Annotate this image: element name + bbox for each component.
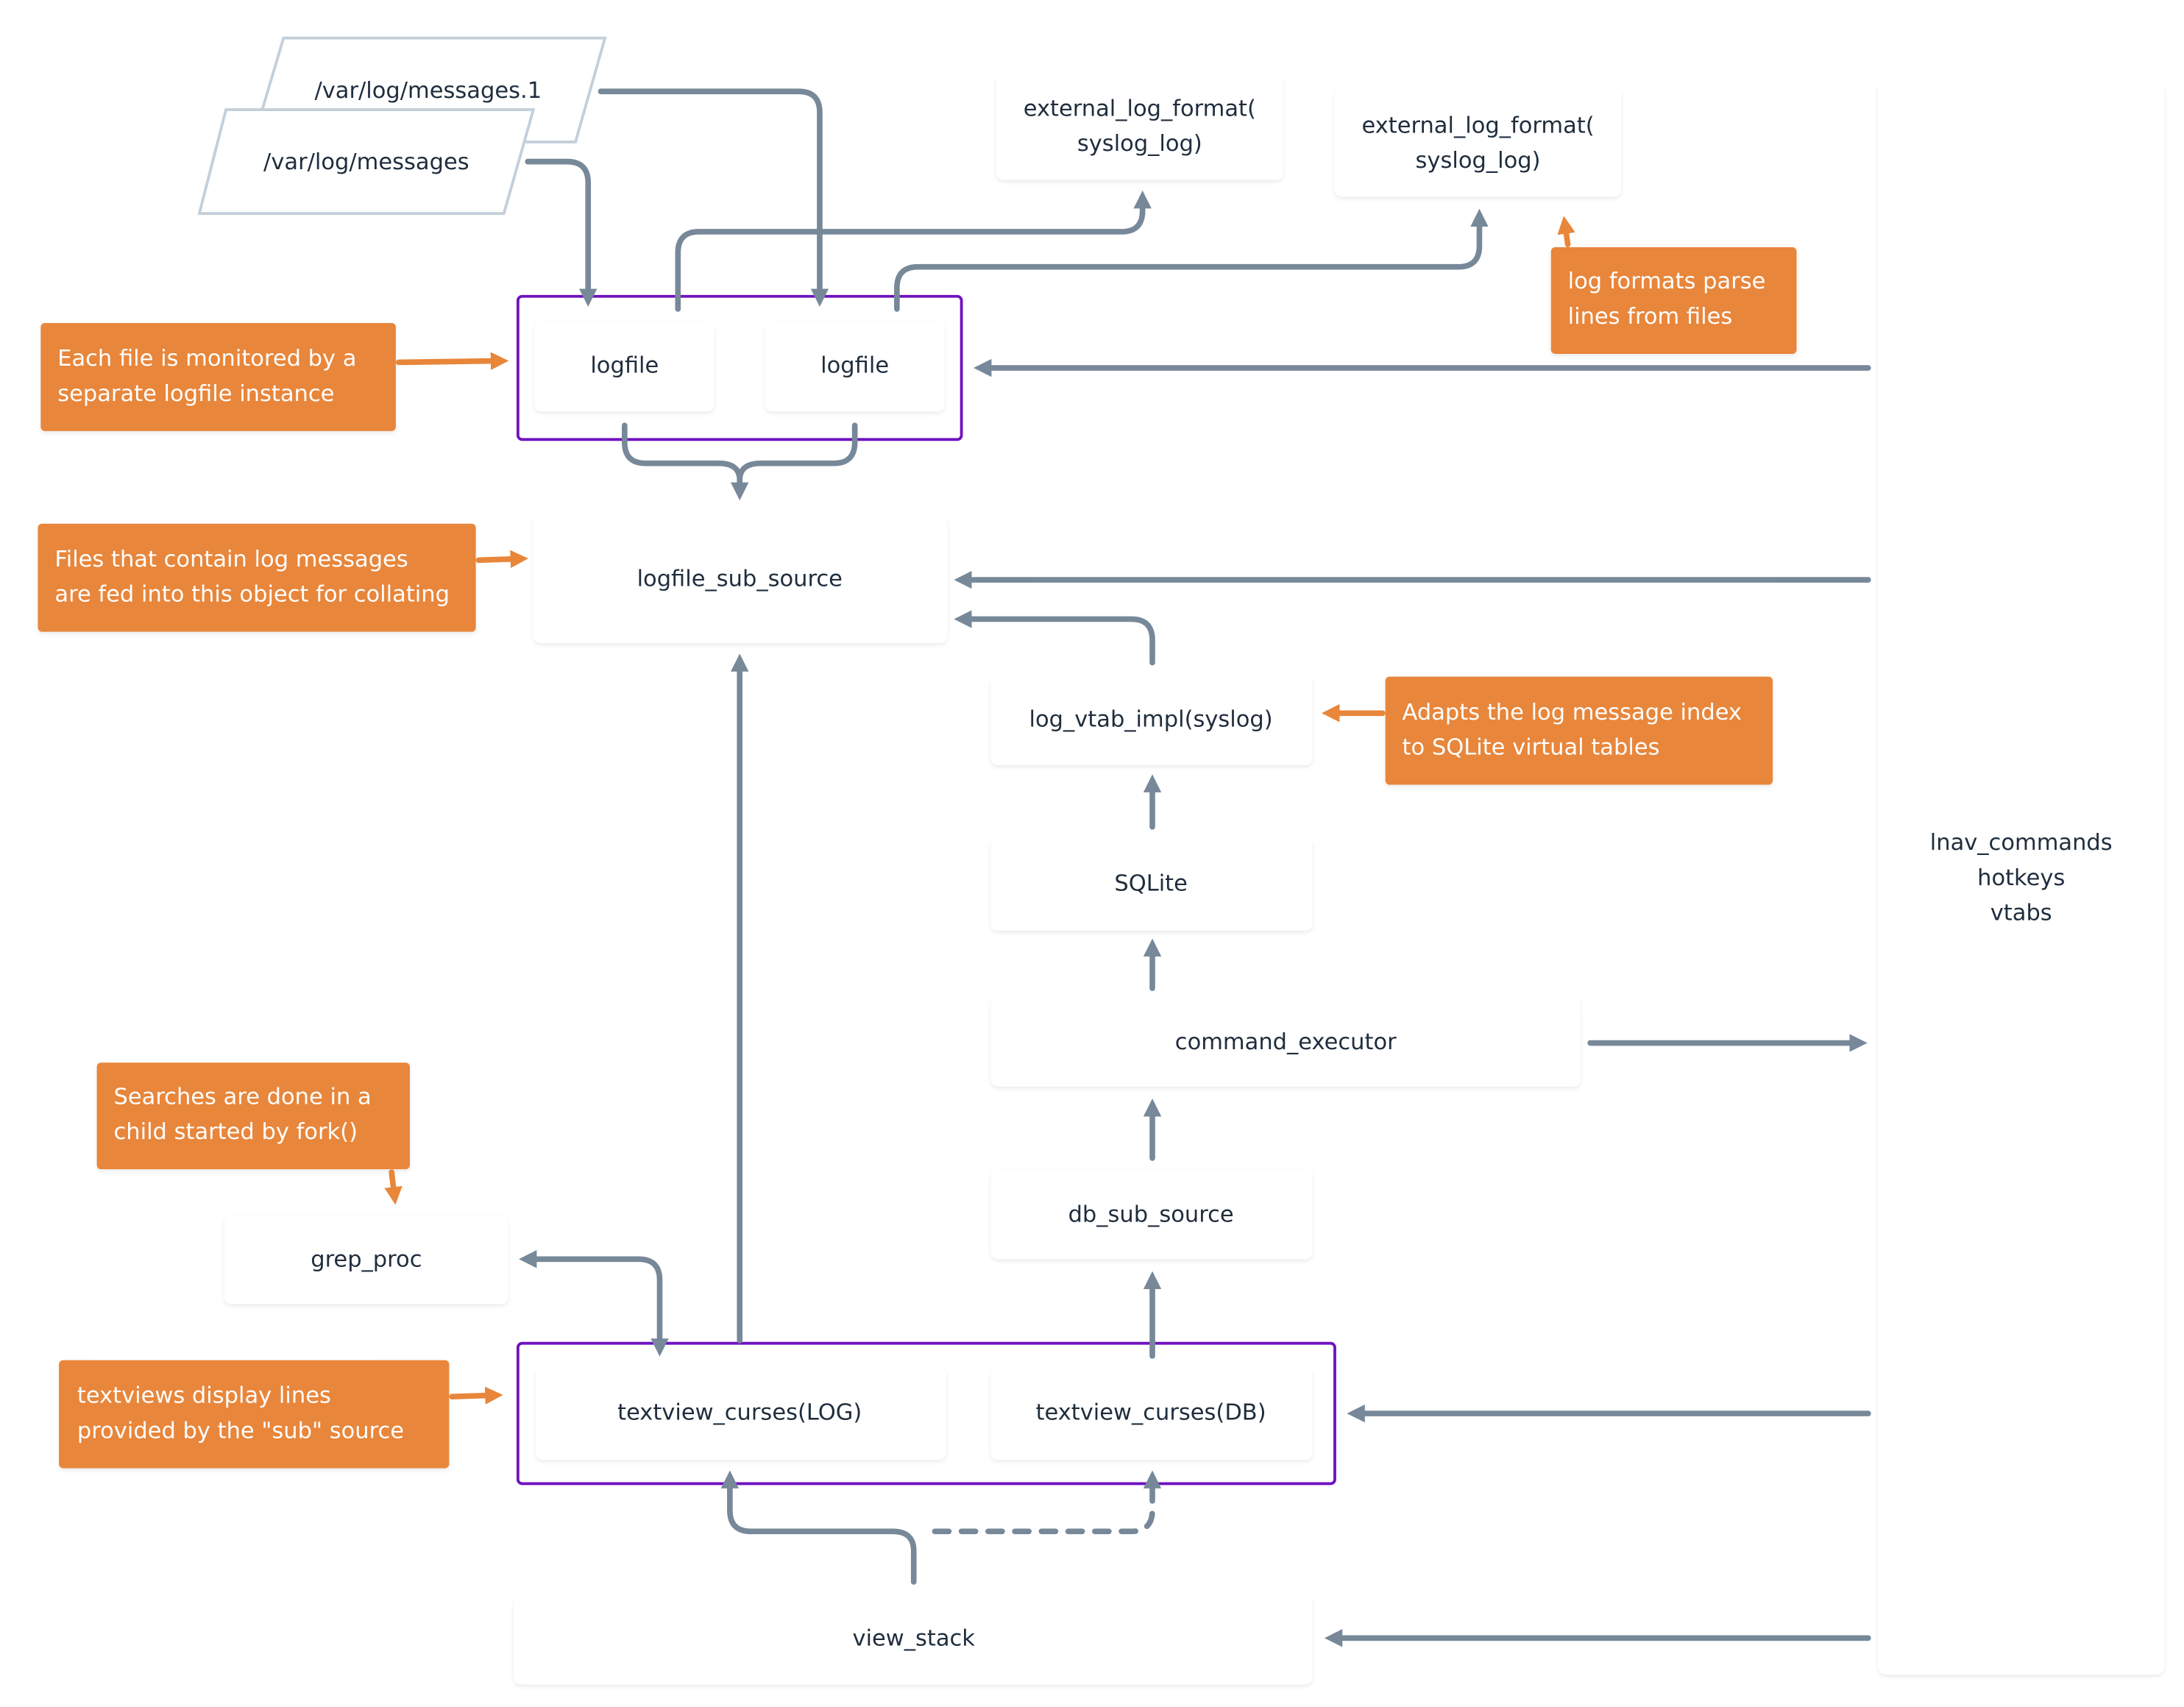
panel-line: lnav_commands xyxy=(1930,830,2113,856)
edge-view-stack-textview-log xyxy=(720,1470,917,1585)
external-log-format-node[interactable]: external_log_format( syslog_log) xyxy=(1334,87,1622,197)
textview-log-node[interactable]: textview_curses(LOG) xyxy=(536,1367,946,1461)
node-label: textview_curses(DB) xyxy=(1036,1400,1266,1426)
note-searches: Searches are done in a child started by … xyxy=(96,1062,410,1170)
node-label: view_stack xyxy=(853,1626,976,1652)
panel-line: hotkeys xyxy=(1977,865,2065,891)
note-collating: Files that contain log messages are fed … xyxy=(38,523,476,632)
note-text: are fed into this object for collating xyxy=(54,582,450,608)
external-log-format-node[interactable]: external_log_format( syslog_log) xyxy=(996,73,1283,180)
note-text: to SQLite virtual tables xyxy=(1403,734,1660,760)
edge-logfile-format-a xyxy=(675,190,1152,312)
edge-messages-logfile xyxy=(525,158,598,307)
node-label: logfile xyxy=(590,353,659,379)
edge-logfiles-merge xyxy=(622,422,858,491)
node-label: syslog_log) xyxy=(1077,131,1202,157)
note-text: lines from files xyxy=(1568,304,1733,330)
logfile-sub-source-node[interactable]: logfile_sub_source xyxy=(533,517,948,643)
note-arrow xyxy=(384,1169,403,1205)
note-text: separate logfile instance xyxy=(57,381,334,407)
note-arrow xyxy=(475,550,528,569)
note-text: textviews display lines xyxy=(77,1383,331,1409)
note-text: child started by fork() xyxy=(114,1119,358,1145)
lnav-commands-panel[interactable]: lnav_commands hotkeys vtabs xyxy=(1878,81,2165,1675)
note-text: provided by the "sub" source xyxy=(77,1418,404,1444)
note-text: Each file is monitored by a xyxy=(57,346,356,372)
note-log-formats: log formats parse lines from files xyxy=(1550,246,1797,354)
logfile-node[interactable]: logfile xyxy=(534,322,715,412)
note-text: Searches are done in a xyxy=(114,1084,372,1110)
file-label: /var/log/messages.1 xyxy=(314,78,542,104)
node-label: external_log_format( xyxy=(1361,113,1594,138)
edge-vtab-logfile-sub-source xyxy=(954,610,1155,666)
db-sub-source-node[interactable]: db_sub_source xyxy=(990,1169,1313,1260)
node-label: db_sub_source xyxy=(1068,1202,1234,1228)
grep-proc-node[interactable]: grep_proc xyxy=(224,1216,508,1305)
node-label: grep_proc xyxy=(311,1247,422,1273)
note-text: Files that contain log messages xyxy=(54,547,408,572)
logfile-node[interactable]: logfile xyxy=(765,322,945,412)
note-vtab: Adapts the log message index to SQLite v… xyxy=(1385,676,1773,785)
note-arrow xyxy=(449,1386,503,1405)
node-label: external_log_format( xyxy=(1024,96,1256,122)
panel-line: vtabs xyxy=(1990,901,2052,926)
file-label: /var/log/messages xyxy=(263,149,469,175)
edge-grep-proc-textview-log xyxy=(518,1250,669,1357)
sqlite-node[interactable]: SQLite xyxy=(990,838,1313,931)
note-arrow xyxy=(1557,216,1575,247)
note-text: Adapts the log message index xyxy=(1403,700,1742,725)
edge-view-stack-textview-db xyxy=(932,1470,1162,1535)
note-text: log formats parse xyxy=(1568,269,1766,294)
log-vtab-impl-node[interactable]: log_vtab_impl(syslog) xyxy=(990,676,1313,765)
node-label: logfile xyxy=(820,353,889,379)
node-label: syslog_log) xyxy=(1416,148,1541,174)
note-textviews: textviews display lines provided by the … xyxy=(59,1360,450,1469)
edge-messages1-logfile xyxy=(598,88,829,307)
file-messages[interactable]: /var/log/messages xyxy=(197,108,536,216)
view-stack-node[interactable]: view_stack xyxy=(514,1596,1313,1685)
node-label: SQLite xyxy=(1114,870,1188,896)
textview-db-node[interactable]: textview_curses(DB) xyxy=(990,1367,1313,1461)
note-arrow xyxy=(395,352,509,370)
node-label: log_vtab_impl(syslog) xyxy=(1029,706,1273,732)
node-label: logfile_sub_source xyxy=(637,567,843,592)
node-label: command_executor xyxy=(1175,1029,1397,1055)
node-label: textview_curses(LOG) xyxy=(617,1400,862,1426)
note-logfile-instance: Each file is monitored by a separate log… xyxy=(40,322,396,431)
command-executor-node[interactable]: command_executor xyxy=(990,998,1581,1087)
architecture-diagram: lnav_commands hotkeys vtabs /var/log/mes… xyxy=(38,36,2165,1685)
